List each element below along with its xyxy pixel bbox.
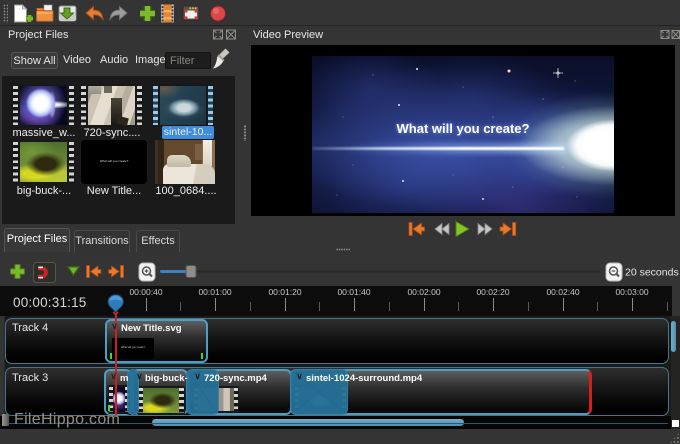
svg-text:20 seconds: 20 seconds: [625, 267, 679, 279]
